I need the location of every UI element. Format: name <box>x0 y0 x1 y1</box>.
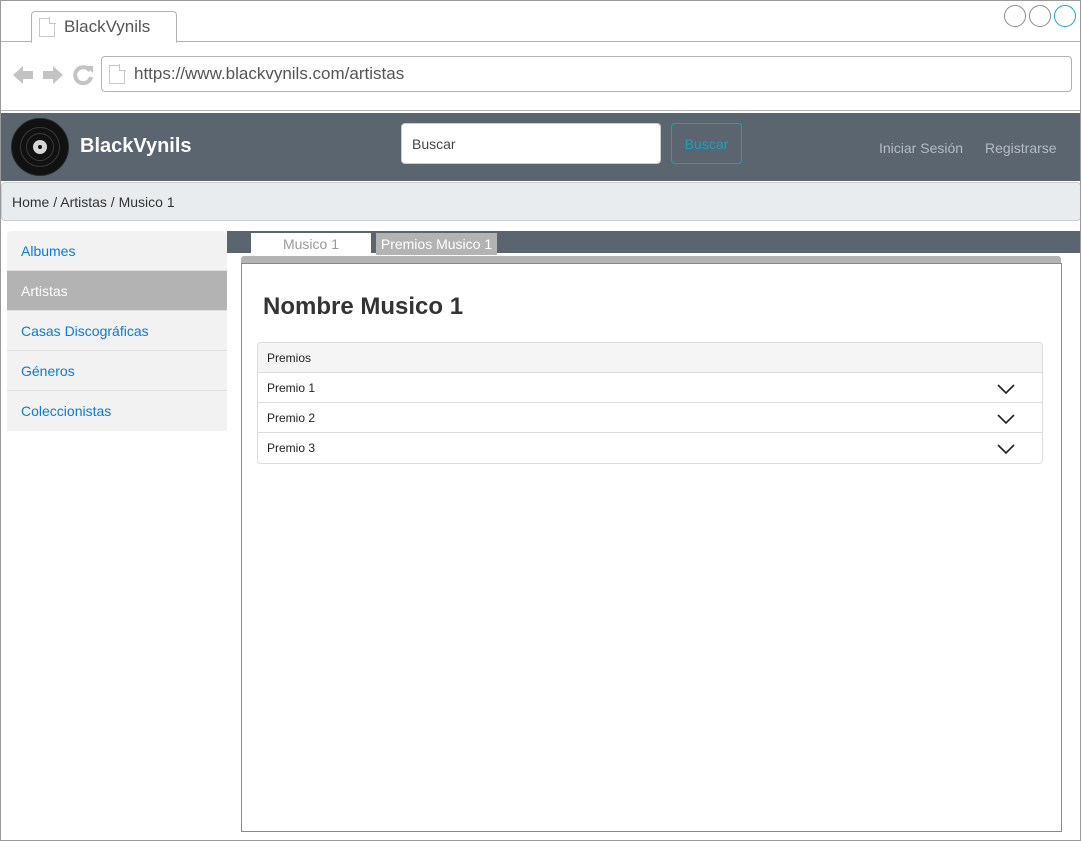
sidebar-nav: Albumes Artistas Casas Discográficas Gén… <box>7 231 227 431</box>
chevron-down-icon[interactable] <box>997 414 1015 424</box>
vinyl-record-logo[interactable] <box>11 118 69 176</box>
award-row[interactable]: Premio 2 <box>258 403 1042 433</box>
sidebar-item-generos[interactable]: Géneros <box>7 351 227 391</box>
brand-name[interactable]: BlackVynils <box>80 135 192 158</box>
address-bar: https://www.blackvynils.com/artistas <box>1 43 1080 111</box>
url-text[interactable]: https://www.blackvynils.com/artistas <box>134 64 404 84</box>
search-input[interactable] <box>401 123 661 164</box>
page-title: Nombre Musico 1 <box>263 293 464 320</box>
login-link[interactable]: Iniciar Sesión <box>879 140 963 156</box>
tab-musico[interactable]: Musico 1 <box>251 233 371 255</box>
award-row[interactable]: Premio 1 <box>258 373 1042 403</box>
browser-tab-strip: BlackVynils <box>1 1 1080 43</box>
url-field[interactable]: https://www.blackvynils.com/artistas <box>101 56 1072 92</box>
awards-accordion: Premios Premio 1 Premio 2 Premio 3 <box>257 342 1043 464</box>
browser-window: BlackVynils https://www.blackvynils.com/… <box>0 0 1081 841</box>
awards-header: Premios <box>258 343 1042 373</box>
main-panel: Nombre Musico 1 Premios Premio 1 Premio … <box>241 263 1062 832</box>
content-tab-bar: Musico 1 Premios Musico 1 <box>227 231 1080 255</box>
minimize-window-button[interactable] <box>1004 5 1026 27</box>
breadcrumb: Home / Artistas / Musico 1 <box>1 182 1080 221</box>
window-controls <box>1004 5 1076 27</box>
back-arrow-icon[interactable] <box>11 63 35 87</box>
page-icon <box>109 64 126 84</box>
chevron-down-icon[interactable] <box>997 444 1015 454</box>
sidebar-item-albumes[interactable]: Albumes <box>7 231 227 271</box>
award-label: Premio 3 <box>267 441 316 455</box>
sidebar-item-casas-discograficas[interactable]: Casas Discográficas <box>7 311 227 351</box>
maximize-window-button[interactable] <box>1054 5 1076 27</box>
browser-tab-title: BlackVynils <box>64 17 151 36</box>
reload-icon[interactable] <box>71 63 95 87</box>
award-row[interactable]: Premio 3 <box>258 433 1042 463</box>
award-label: Premio 2 <box>267 411 316 425</box>
sidebar-item-artistas[interactable]: Artistas <box>7 271 227 311</box>
award-label: Premio 1 <box>267 381 316 395</box>
browser-tab[interactable]: BlackVynils <box>31 11 177 43</box>
chevron-down-icon[interactable] <box>997 384 1015 394</box>
site-header: BlackVynils Buscar Iniciar Sesión Regist… <box>1 113 1080 181</box>
forward-arrow-icon[interactable] <box>41 63 65 87</box>
register-link[interactable]: Registrarse <box>985 140 1057 156</box>
tab-premios[interactable]: Premios Musico 1 <box>376 233 497 255</box>
sidebar-item-coleccionistas[interactable]: Coleccionistas <box>7 391 227 431</box>
search-button[interactable]: Buscar <box>671 123 742 164</box>
page-icon <box>39 17 56 37</box>
restore-window-button[interactable] <box>1029 5 1051 27</box>
